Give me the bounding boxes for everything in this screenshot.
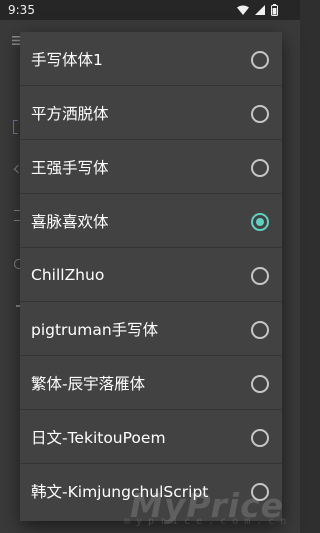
font-option-label: 手写体体1 (31, 50, 103, 69)
radio-button-icon[interactable] (251, 266, 269, 285)
font-option-label: 日文-TekitouPoem (31, 428, 166, 447)
font-select-dialog: 手写体体1 平方洒脱体 王强手写体 喜脉喜欢体 ChillZhuo pigtru… (20, 32, 282, 521)
font-option-7[interactable]: 日文-TekitouPoem (20, 410, 282, 464)
font-option-label: ChillZhuo (31, 265, 105, 284)
background-blue-marker (13, 120, 18, 134)
font-option-0[interactable]: 手写体体1 (20, 32, 282, 86)
font-option-4[interactable]: ChillZhuo (20, 248, 282, 302)
radio-button-selected-icon[interactable] (251, 212, 269, 231)
font-option-8[interactable]: 韩文-KimjungchulScript (20, 464, 282, 518)
status-bar: 9:35 (0, 0, 300, 20)
radio-button-icon[interactable] (251, 483, 269, 501)
radio-button-icon[interactable] (251, 320, 269, 339)
status-time: 9:35 (8, 3, 35, 17)
font-option-label: pigtruman手写体 (31, 320, 159, 339)
font-option-1[interactable]: 平方洒脱体 (20, 86, 282, 140)
font-option-6[interactable]: 繁体-辰宇落雁体 (20, 356, 282, 410)
status-icons (237, 4, 278, 16)
radio-button-icon[interactable] (251, 50, 269, 69)
wifi-icon (237, 5, 249, 15)
radio-button-icon[interactable] (251, 428, 269, 447)
battery-icon (271, 4, 278, 16)
font-option-3[interactable]: 喜脉喜欢体 (20, 194, 282, 248)
font-option-label: 喜脉喜欢体 (31, 212, 109, 231)
radio-button-icon[interactable] (251, 158, 269, 177)
signal-icon (255, 5, 265, 15)
font-option-label: 平方洒脱体 (31, 104, 109, 123)
font-option-label: 繁体-辰宇落雁体 (31, 374, 146, 393)
font-option-2[interactable]: 王强手写体 (20, 140, 282, 194)
font-option-label: 王强手写体 (31, 158, 109, 177)
radio-button-icon[interactable] (251, 104, 269, 123)
radio-button-icon[interactable] (251, 374, 269, 393)
font-option-5[interactable]: pigtruman手写体 (20, 302, 282, 356)
font-option-label: 韩文-KimjungchulScript (31, 483, 209, 501)
